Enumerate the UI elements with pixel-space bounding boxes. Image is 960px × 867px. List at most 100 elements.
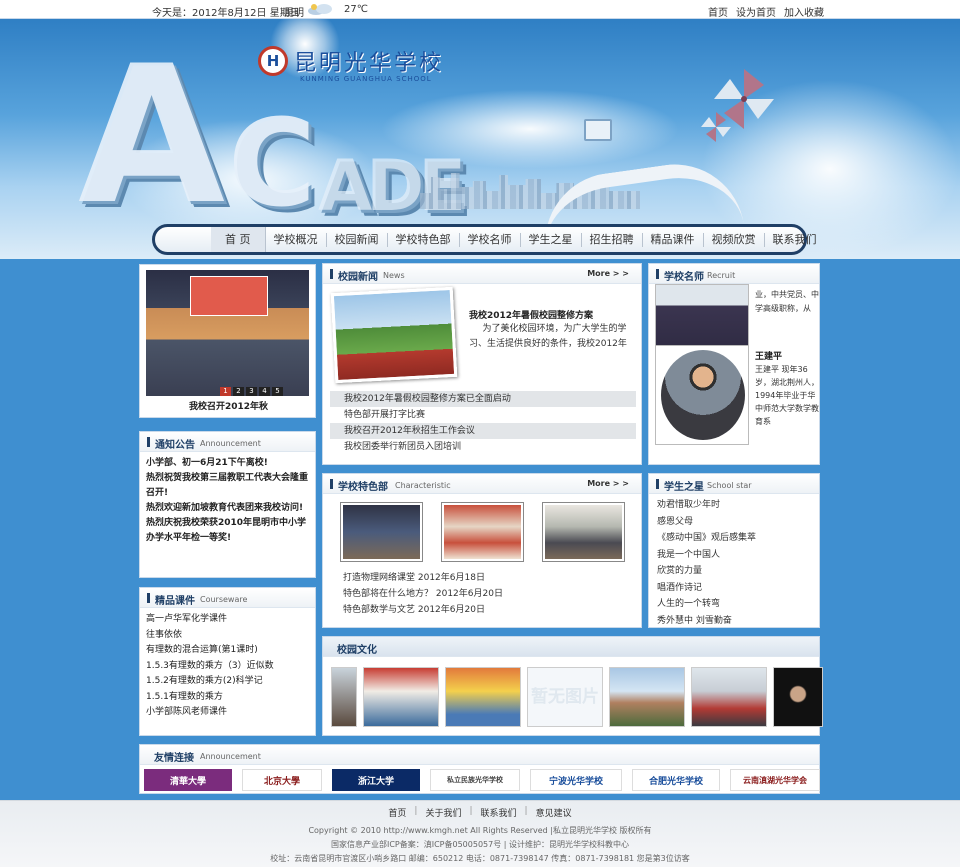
footer: 首页 | 关于我们 | 联系我们 | 意见建议 Copyright © 2010 ht… xyxy=(0,800,960,867)
top-links: 首页 设为首页 加入收藏 xyxy=(708,4,824,19)
gallery-photo[interactable] xyxy=(773,667,823,727)
date-text: 今天是：2012年8月12日 星期日 xyxy=(152,8,300,19)
list-item[interactable]: 1.5.1有理数的乘方 xyxy=(146,690,309,706)
list-item[interactable]: 往事依依 xyxy=(146,628,309,644)
student-star-header: 学生之星 School star xyxy=(649,474,819,494)
gallery-photo[interactable] xyxy=(363,667,439,727)
news-headline-photo[interactable] xyxy=(330,286,458,384)
nav-about[interactable]: 学校概况 xyxy=(266,232,327,247)
nav-home[interactable]: 首 页 xyxy=(211,227,266,252)
friend-links-subtitle: Announcement xyxy=(200,752,261,761)
teacher-info: 业，中共党员、中学高级职称，从 xyxy=(755,290,819,313)
slideshow-caption[interactable]: 我校召开2012年秋 xyxy=(140,399,317,412)
list-item[interactable]: 高一卢华军化学课件 xyxy=(146,612,309,628)
weather-temp: 27℃ xyxy=(344,4,368,15)
list-item[interactable]: 热烈庆祝我校荣获2010年昆明市中小学办学水平年检一等奖! xyxy=(146,516,309,546)
list-item[interactable]: 秀外慧中 刘雪勤奋 xyxy=(657,613,811,630)
friend-link-minzu[interactable]: 私立民族光华学校 xyxy=(430,769,520,791)
slideshow-photo[interactable] xyxy=(146,270,309,396)
news-headline-summary: 为了美化校园环境，为广大学生的学习、生活提供良好的条件，我校2012年暑假校园整 xyxy=(469,324,627,349)
footer-link-about[interactable]: 关于我们 xyxy=(425,806,461,819)
list-item[interactable]: 感恩父母 xyxy=(657,514,811,531)
nav-teachers[interactable]: 学校名师 xyxy=(460,232,521,247)
campus-culture-gallery: 暂无图片 xyxy=(331,667,823,727)
slideshow-stage-screen xyxy=(190,276,268,316)
footer-link-contact[interactable]: 联系我们 xyxy=(481,806,517,819)
teacher-photo[interactable] xyxy=(655,284,749,354)
top-bar: 今天是：2012年8月12日 星期日 昆明 27℃ 首页 设为首页 加入收藏 xyxy=(0,0,960,19)
slideshow-page[interactable]: 5 xyxy=(272,387,283,396)
nav-contact[interactable]: 联系我们 xyxy=(765,233,825,247)
list-item[interactable]: 热烈祝贺我校第三届教职工代表大会隆重召开! xyxy=(146,471,309,501)
list-item[interactable]: 热烈欢迎新加坡教育代表团来我校访问! xyxy=(146,501,309,516)
teacher-title: 学校名师 xyxy=(664,272,704,283)
footer-link-home[interactable]: 首页 xyxy=(388,806,406,819)
list-item[interactable]: 我是一个中国人 xyxy=(657,547,811,564)
nav-feature[interactable]: 学校特色部 xyxy=(388,232,460,247)
list-item[interactable]: 小学部陈风老师课件 xyxy=(146,705,309,721)
header-banner: A C ADE H 昆明光华学校 KUNMING GUANGHUA SCHOOL xyxy=(0,19,960,259)
nav-news[interactable]: 校园新闻 xyxy=(327,232,388,247)
top-link-set-homepage[interactable]: 设为首页 xyxy=(736,4,776,19)
footer-link-feedback[interactable]: 意见建议 xyxy=(536,806,572,819)
teacher-photo[interactable] xyxy=(655,345,749,445)
list-item[interactable]: 人生的一个转弯 xyxy=(657,596,811,613)
feature-list: 打造物理网络课堂 2012年6月18日 特色部将在什么地方？ 2012年6月20… xyxy=(343,570,503,618)
list-item[interactable]: 我校团委举行新团员入团培训 xyxy=(330,439,636,455)
weather-city: 昆明 xyxy=(284,8,304,19)
list-item[interactable]: 劝君惜取少年时 xyxy=(657,497,811,514)
feature-header: 学校特色部 Characteristic More > > xyxy=(323,474,641,494)
friend-link-zhejiang[interactable]: 浙江大学 xyxy=(332,769,420,791)
slideshow-page[interactable]: 2 xyxy=(233,387,244,396)
list-item[interactable]: 小学部、初一6月21下午离校! xyxy=(146,456,309,471)
friend-links-logos: 清華大學 北京大學 浙江大学 私立民族光华学校 宁波光华学校 合肥光华学校 云南… xyxy=(144,769,820,791)
feature-thumbnail[interactable] xyxy=(542,502,625,562)
feature-thumbnail[interactable] xyxy=(441,502,524,562)
gallery-photo[interactable] xyxy=(691,667,767,727)
list-item[interactable]: 我校召开2012年秋招生工作会议 xyxy=(330,423,636,439)
friend-link-peking[interactable]: 北京大學 xyxy=(242,769,322,791)
feature-thumbnail[interactable] xyxy=(340,502,423,562)
list-item[interactable]: 1.5.2有理数的乘方(2)科学记 xyxy=(146,674,309,690)
list-item[interactable]: 特色部开展打字比赛 xyxy=(330,407,636,423)
school-logo[interactable]: H 昆明光华学校 KUNMING GUANGHUA SCHOOL xyxy=(258,45,444,83)
gallery-photo[interactable] xyxy=(445,667,521,727)
friend-link-yunnan[interactable]: 云南滇湖光华学会 xyxy=(730,769,820,791)
gallery-photo[interactable] xyxy=(331,667,357,727)
nav-video[interactable]: 视频欣赏 xyxy=(704,232,765,247)
slideshow-page[interactable]: 1 xyxy=(220,387,231,396)
news-more-link[interactable]: More > > xyxy=(587,269,629,278)
news-list: 我校2012年暑假校园整修方案已全面启动 特色部开展打字比赛 我校召开2012年… xyxy=(330,391,636,455)
friend-link-tsinghua[interactable]: 清華大學 xyxy=(144,769,232,791)
news-headline-title[interactable]: 我校2012年暑假校园整修方案 xyxy=(469,308,593,321)
teacher-portrait xyxy=(661,350,745,440)
nav-stars[interactable]: 学生之星 xyxy=(521,232,582,247)
list-item[interactable]: 唱酒作诗记 xyxy=(657,580,811,597)
news-title: 校园新闻 xyxy=(338,272,378,283)
friend-link-hefei[interactable]: 合肥光华学校 xyxy=(632,769,720,791)
gallery-photo[interactable] xyxy=(609,667,685,727)
list-item[interactable]: 特色部数学与文艺 2012年6月20日 xyxy=(343,602,503,618)
teacher-subtitle: Recruit xyxy=(707,271,736,280)
feature-more-link[interactable]: More > > xyxy=(587,479,629,488)
main-nav: 首 页 学校概况 校园新闻 学校特色部 学校名师 学生之星 招生招聘 精品课件 … xyxy=(152,224,817,255)
courseware-subtitle: Courseware xyxy=(200,595,248,604)
friend-links-header: 友情连接 Announcement xyxy=(140,745,819,765)
friend-link-ningbo[interactable]: 宁波光华学校 xyxy=(530,769,622,791)
list-item[interactable]: 欣赏的力量 xyxy=(657,563,811,580)
teacher-name[interactable]: 王建平 xyxy=(755,349,782,362)
list-item[interactable]: 特色部将在什么地方？ 2012年6月20日 xyxy=(343,586,503,602)
list-item[interactable]: 打造物理网络课堂 2012年6月18日 xyxy=(343,570,503,586)
nav-courseware[interactable]: 精品课件 xyxy=(643,232,704,247)
list-item[interactable]: 《感动中国》观后感集萃 xyxy=(657,530,811,547)
nav-recruit[interactable]: 招生招聘 xyxy=(582,232,643,247)
slideshow-page[interactable]: 3 xyxy=(246,387,257,396)
slideshow-page[interactable]: 4 xyxy=(259,387,270,396)
teacher-panel: 学校名师 Recruit 业，中共党员、中学高级职称，从 王建平 王建平 现年3… xyxy=(648,263,820,465)
top-link-home[interactable]: 首页 xyxy=(708,4,728,19)
feature-panel: 学校特色部 Characteristic More > > 打造物理网络课堂 2… xyxy=(322,473,642,628)
list-item[interactable]: 1.5.3有理数的乘方（3）近似数 xyxy=(146,659,309,675)
list-item[interactable]: 我校2012年暑假校园整修方案已全面启动 xyxy=(330,391,636,407)
list-item[interactable]: 有理数的混合运算(第1课时) xyxy=(146,643,309,659)
top-link-favorite[interactable]: 加入收藏 xyxy=(784,4,824,19)
